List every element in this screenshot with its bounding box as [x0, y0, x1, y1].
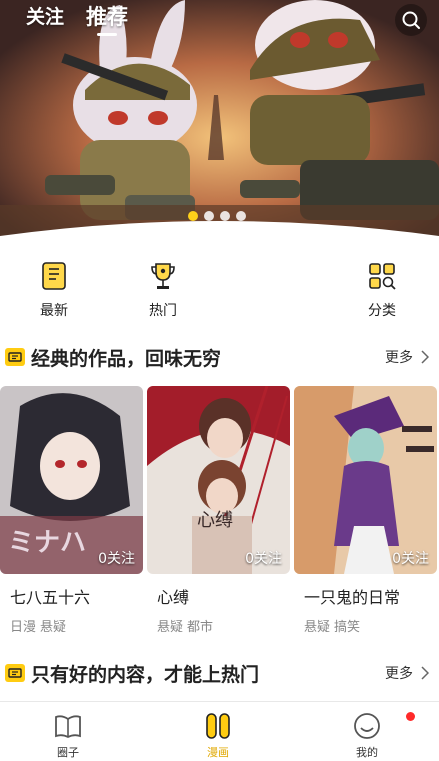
comic-tag: 悬疑 — [157, 620, 184, 635]
section-title: 只有好的内容，才能上热门 — [31, 663, 260, 686]
quick-latest-label: 最新 — [40, 303, 68, 319]
carousel-dot[interactable] — [236, 211, 246, 221]
section-hot-header: 只有好的内容，才能上热门 更多 — [0, 658, 439, 688]
comic-tag: 都市 — [187, 620, 214, 635]
chevron-right-icon — [421, 666, 429, 680]
more-link[interactable]: 更多 — [385, 663, 429, 683]
quick-category-label: 分类 — [368, 303, 396, 319]
carousel-dots — [188, 211, 246, 221]
section-badge-icon — [5, 664, 25, 682]
category-search-icon — [369, 263, 396, 290]
cover-title-text: ミナハ — [8, 528, 86, 558]
quick-category[interactable]: 分类 — [352, 258, 412, 320]
comic-cover: ミナハ 0关注 — [0, 386, 143, 574]
smile-icon — [354, 713, 380, 739]
section-title: 经典的作品，回味无穷 — [31, 347, 222, 370]
book-open-icon — [55, 715, 81, 739]
comic-tags: 悬疑 都市 — [157, 616, 290, 635]
trophy-icon — [151, 263, 175, 289]
comic-tag: 悬疑 — [304, 620, 331, 635]
tab-follow[interactable]: 关注 — [26, 4, 64, 30]
hero-banner[interactable]: 关注 推荐 — [0, 0, 439, 250]
quick-latest[interactable]: 最新 — [24, 258, 84, 320]
book-icon — [42, 262, 66, 290]
nav-circle-label: 圈子 — [57, 746, 79, 759]
section-badge-icon — [5, 348, 25, 366]
follow-count: 0关注 — [245, 551, 282, 567]
comic-title: 心缚 — [157, 588, 190, 607]
search-icon — [402, 11, 420, 29]
quick-entries: 最新 热门 分类 — [0, 258, 439, 333]
more-link[interactable]: 更多 — [385, 347, 429, 367]
comic-tag: 日漫 — [10, 620, 37, 635]
cover-title-text: 心缚 — [197, 510, 233, 531]
section-classic-header: 经典的作品，回味无穷 更多 — [0, 342, 439, 372]
comic-cover: 心缚 0关注 — [147, 386, 290, 574]
quick-hot-label: 热门 — [149, 303, 177, 319]
nav-circle[interactable]: 圈子 — [38, 710, 98, 760]
carousel-dot[interactable] — [220, 211, 230, 221]
nav-me[interactable]: 我的 — [337, 710, 397, 760]
nav-me-label: 我的 — [356, 746, 378, 759]
comic-cover: 0关注 — [294, 386, 437, 574]
comic-title: 七八五十六 — [10, 588, 91, 607]
notification-dot — [406, 712, 415, 721]
top-tabs: 关注 推荐 — [26, 4, 128, 30]
comic-tags: 日漫 悬疑 — [10, 616, 143, 635]
comic-title: 一只鬼的日常 — [304, 588, 401, 607]
nav-comic[interactable]: 漫画 — [188, 710, 248, 760]
comic-tag: 搞笑 — [334, 620, 361, 635]
comic-tag: 悬疑 — [40, 620, 67, 635]
chevron-right-icon — [421, 350, 429, 364]
comic-list: ミナハ 0关注 七八五十六 日漫 悬疑 心缚 0关注 心缚 悬疑 都市 0关注 … — [0, 386, 439, 636]
bottom-nav: 圈子 漫画 我的 — [0, 701, 439, 761]
comic-tags: 悬疑 搞笑 — [304, 616, 437, 635]
search-button[interactable] — [395, 4, 427, 36]
follow-count: 0关注 — [98, 551, 135, 567]
follow-count: 0关注 — [392, 551, 429, 567]
comic-card[interactable]: 0关注 一只鬼的日常 悬疑 搞笑 — [294, 386, 437, 635]
carousel-dot[interactable] — [204, 211, 214, 221]
carousel-dot[interactable] — [188, 211, 198, 221]
comic-card[interactable]: 心缚 0关注 心缚 悬疑 都市 — [147, 386, 290, 635]
nav-comic-label: 漫画 — [207, 746, 229, 759]
more-label: 更多 — [385, 666, 413, 682]
more-label: 更多 — [385, 350, 413, 366]
comic-card[interactable]: ミナハ 0关注 七八五十六 日漫 悬疑 — [0, 386, 143, 635]
tab-recommend[interactable]: 推荐 — [86, 4, 128, 30]
comic-icon — [206, 713, 230, 739]
quick-hot[interactable]: 热门 — [133, 258, 193, 320]
